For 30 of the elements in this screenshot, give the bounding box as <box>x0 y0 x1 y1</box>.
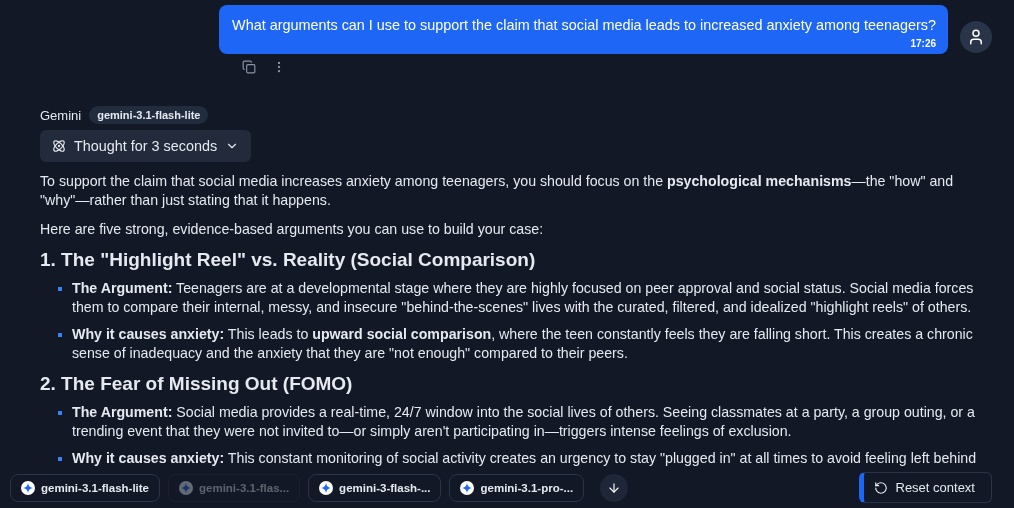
sparkle-icon <box>21 480 35 495</box>
bullet-text: Why it causes anxiety: This leads to upward social comparison, where the teen constantly feels they are falling short. This creates a chronic sense of inadequacy and the anxiety that they are "not enough" compared to their peers. <box>72 325 974 363</box>
reset-context-button[interactable]: Reset context <box>858 472 992 503</box>
assistant-name: Gemini <box>40 107 82 123</box>
bullet-icon <box>58 411 62 415</box>
user-message: What arguments can I use to support the claim that social media leads to increased anxiety among teenagers? <box>232 17 936 33</box>
bullet-text: The Argument: Social media provides a real-time, 24/7 window into the social lives of others. Seeing classmates at a party, a group outing, or a trending event that they were not invited to—or simply aren't participating in—triggers intense feelings of exclusion. <box>72 403 976 441</box>
bullet-icon <box>58 457 62 461</box>
bullet-icon <box>58 333 62 337</box>
bullet-icon <box>58 287 62 291</box>
sparkle-icon <box>179 480 193 495</box>
user-avatar-icon <box>960 21 992 53</box>
paragraph: To support the claim that social media increases anxiety among teenagers, you should focus on the psychological mechanisms—the "how" and "why"—rather than just stating that it happens. <box>40 172 955 210</box>
model-chip[interactable]: gemini-3.1-pro-... <box>449 473 585 502</box>
model-chip[interactable]: gemini-3.1-flash-lite <box>10 473 160 502</box>
sparkle-icon <box>460 480 475 495</box>
model-badge: gemini-3.1-flash-lite <box>89 106 209 124</box>
section-heading: 2. The Fear of Missing Out (FOMO) <box>40 373 354 395</box>
copy-icon[interactable] <box>242 60 256 74</box>
bullet-text: The Argument: Teenagers are at a developmental stage where they are highly focused on peer approval and social status. Social media forces them to compare their internal, messy, and insecure "behind-the-scenes" lives with the curated, filtered, and idealized "highlight reels" of others. <box>72 279 975 317</box>
model-chip[interactable]: gemini-3-flash-... <box>308 473 442 502</box>
atom-icon <box>52 139 66 153</box>
paragraph: Here are five strong, evidence-based arguments you can use to build your case: <box>40 220 545 239</box>
scroll-down-button[interactable] <box>600 473 629 502</box>
section-heading: 1. The "Highlight Reel" vs. Reality (Social Comparison) <box>40 249 537 271</box>
reset-icon <box>873 480 888 495</box>
message-time: 17:26 <box>910 38 936 49</box>
bullet-text: Why it causes anxiety: This constant monitoring of social activity creates an urgency to stay "plugged in" at all times to avoid feeling left behind <box>72 449 977 468</box>
thought-toggle[interactable]: Thought for 3 seconds <box>40 130 252 162</box>
sparkle-icon <box>319 480 334 495</box>
